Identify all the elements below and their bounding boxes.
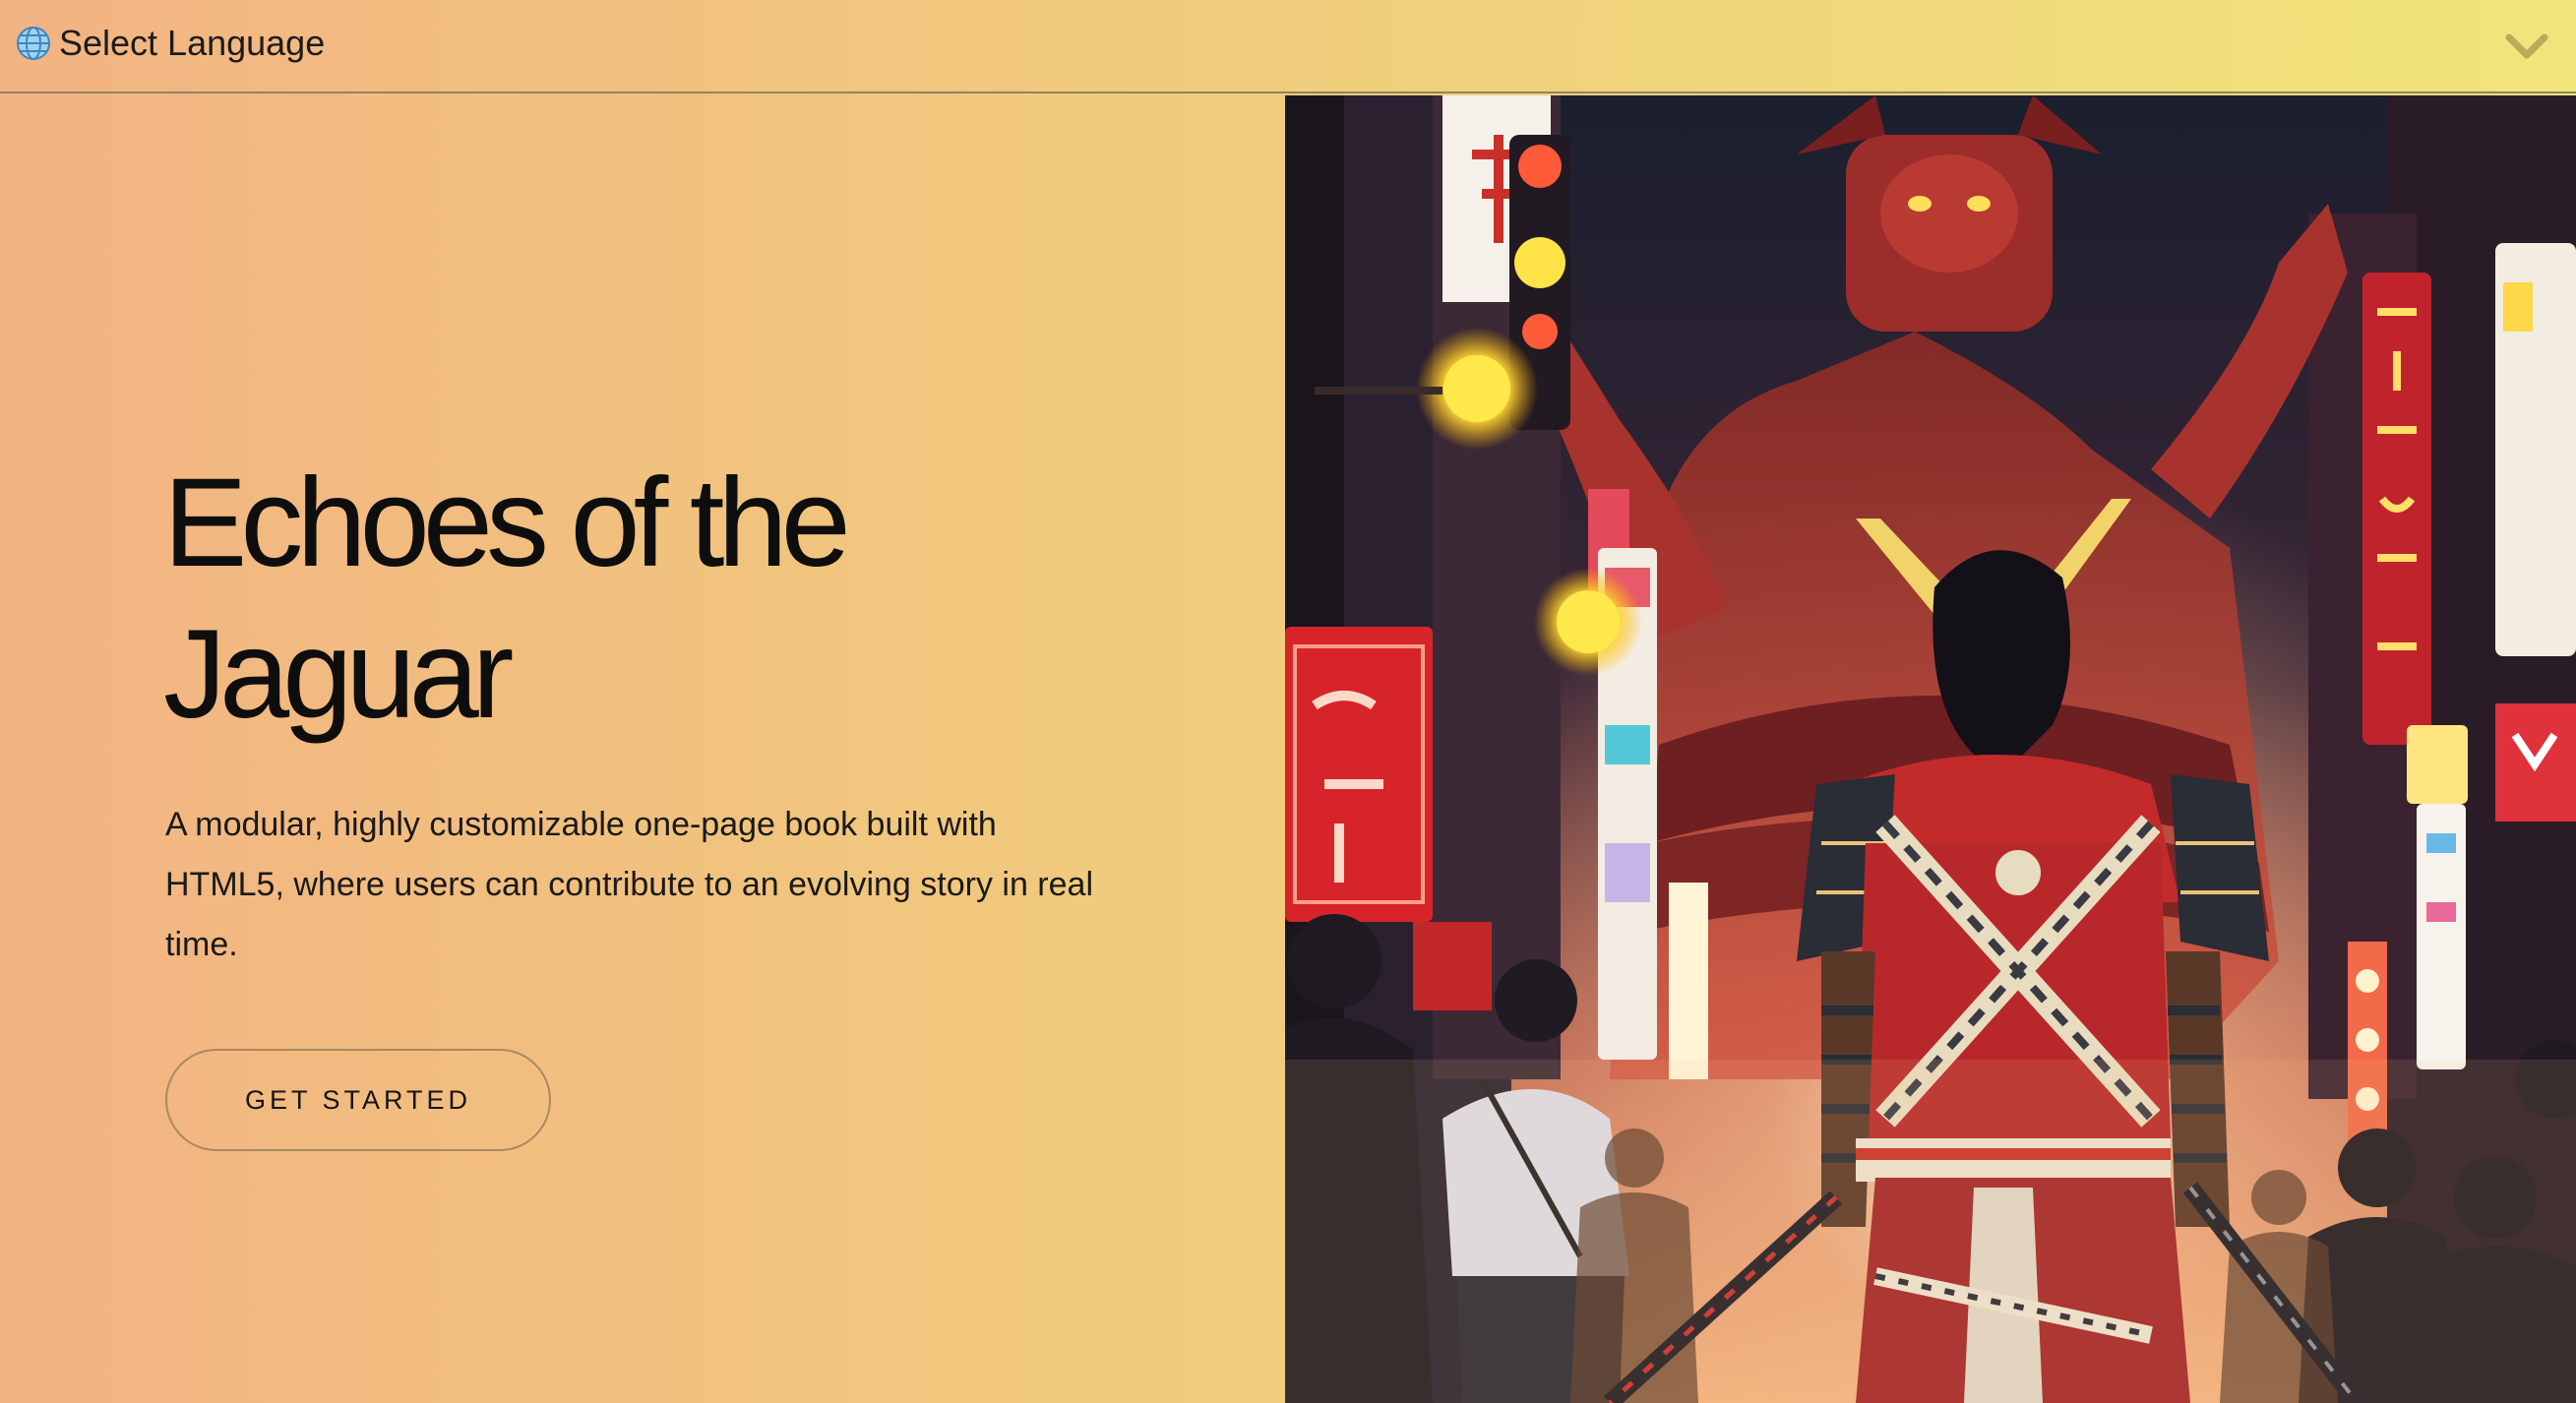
globe-icon: [17, 27, 50, 60]
chevron-down-icon[interactable]: [2505, 30, 2548, 63]
samurai-city-illustration: [1285, 95, 2576, 1403]
language-selector-label: Select Language: [59, 23, 326, 63]
hero-description: A modular, highly customizable one-page …: [165, 806, 1094, 963]
hero-title: Echoes of the Jaguar: [163, 448, 1246, 751]
hero-title-line-1: Echoes of the: [163, 453, 851, 593]
get-started-button[interactable]: GET STARTED: [165, 1049, 551, 1151]
hero-title-line-2: Jaguar: [163, 604, 514, 745]
landing-page: Select Language Echoes of the Jaguar A m…: [0, 0, 2576, 1403]
language-selector[interactable]: Select Language: [0, 0, 2576, 93]
hero-illustration: [1285, 95, 2576, 1403]
